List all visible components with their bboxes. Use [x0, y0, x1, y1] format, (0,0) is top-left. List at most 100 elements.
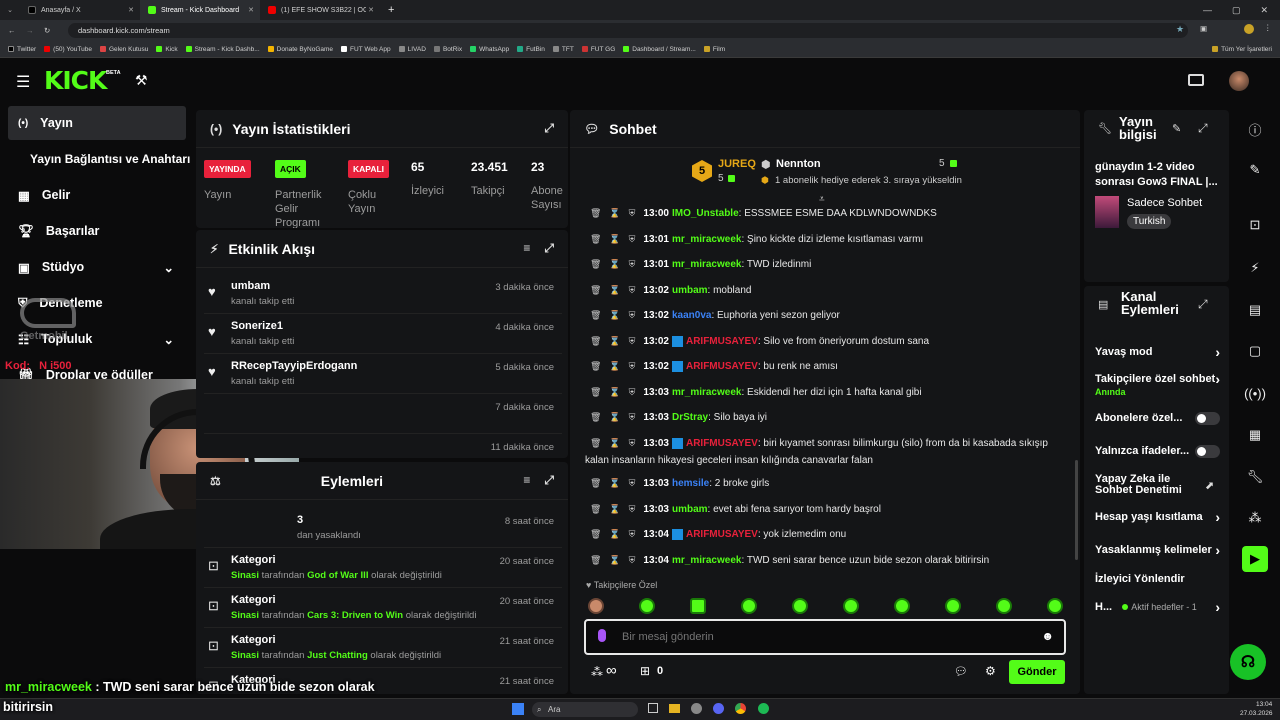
collapse-pinned-icon[interactable]: ⩡: [819, 194, 825, 205]
expand-icon[interactable]: ⤢: [1198, 297, 1208, 312]
emote-icon[interactable]: [843, 598, 859, 614]
gear-icon[interactable]: ⚙: [985, 664, 996, 678]
bookmark[interactable]: FUT GG: [581, 46, 615, 53]
bookmark[interactable]: BotRix: [433, 46, 462, 53]
back-icon[interactable]: ←: [8, 26, 16, 35]
profile-icon[interactable]: [1244, 24, 1254, 34]
star-icon[interactable]: ★: [1176, 24, 1184, 35]
emote-icon[interactable]: [588, 598, 604, 614]
chat-bubble-icon[interactable]: 💬︎: [954, 665, 968, 678]
kick-points-icon[interactable]: ⁂: [591, 665, 603, 679]
info-icon[interactable]: ⓘ: [1242, 116, 1268, 142]
expand-icon[interactable]: ⤢: [544, 241, 554, 256]
microphone-icon[interactable]: [598, 629, 606, 642]
account-age-action[interactable]: Hesap yaşı kısıtlama ›: [1095, 510, 1220, 524]
mod-tools-icon[interactable]: 🗑︎⌛⛨: [590, 234, 643, 244]
tab-kick-dashboard[interactable]: Stream - Kick Dashboard ✕: [140, 0, 260, 20]
bookmark[interactable]: Stream - Kick Dashb...: [185, 46, 260, 53]
expand-icon[interactable]: ⤢: [1198, 121, 1208, 136]
bookmark[interactable]: (50) YouTube: [44, 46, 92, 53]
support-button[interactable]: ☊: [1230, 644, 1266, 680]
explorer-icon[interactable]: [669, 704, 680, 713]
emote-icon[interactable]: [639, 598, 655, 614]
bookmark[interactable]: TFT: [552, 46, 574, 53]
slow-mode-action[interactable]: Yavaş mod ›: [1095, 345, 1220, 359]
followers-only-action[interactable]: Takipçilere özel sohbet Anında ›: [1095, 373, 1220, 399]
bookmark[interactable]: Donate ByNoGame: [267, 46, 333, 53]
bookmark[interactable]: Gelen Kutusu: [99, 46, 148, 53]
lightning-icon[interactable]: ⚡︎: [1242, 255, 1268, 281]
extensions-icon[interactable]: ▣: [1200, 24, 1207, 33]
chat-message-input[interactable]: [622, 628, 1022, 646]
chat-scrollbar[interactable]: [1075, 460, 1078, 560]
bookmark[interactable]: WhatsApp: [470, 46, 509, 53]
all-bookmarks[interactable]: Tüm Yer İşaretleri: [1212, 46, 1272, 53]
filter-icon[interactable]: ≡: [523, 241, 530, 256]
sidebar-item-basarilar[interactable]: 🏆︎ Başarılar: [8, 214, 186, 248]
sidebar-item-gelir[interactable]: ▦ Gelir: [8, 178, 186, 212]
avatar[interactable]: [1229, 71, 1249, 91]
filter-icon[interactable]: ≡: [523, 473, 530, 488]
edit-icon[interactable]: ✎: [1242, 157, 1268, 183]
sidebar-item-stream-key[interactable]: Yayın Bağlantısı ve Anahtarı: [8, 142, 190, 176]
taskview-icon[interactable]: [648, 703, 658, 713]
creator-tool-icon[interactable]: [1188, 74, 1204, 86]
ai-moderation-action[interactable]: Yapay Zeka ile Sohbet Denetimi: [1095, 474, 1190, 496]
start-icon[interactable]: [512, 703, 524, 715]
notes-icon[interactable]: ▤: [1242, 297, 1268, 323]
mod-tools-icon[interactable]: 🗑︎⌛⛨: [590, 555, 643, 565]
banned-words-action[interactable]: Yasaklanmış kelimeler ›: [1095, 544, 1220, 557]
close-tab-icon[interactable]: ✕: [248, 6, 254, 14]
clip-icon[interactable]: ▶: [1242, 546, 1268, 572]
bookmark[interactable]: FUT Web App: [341, 46, 391, 53]
bookmark[interactable]: Dashboard / Stream...: [623, 46, 696, 53]
category-name[interactable]: Sadece Sohbet: [1127, 197, 1202, 209]
mod-tools-icon[interactable]: 🗑︎⌛⛨: [590, 259, 643, 269]
hamburger-menu-icon[interactable]: ☰: [16, 72, 30, 92]
mod-tools-icon[interactable]: 🗑︎⌛⛨: [590, 310, 643, 320]
mod-tools-icon[interactable]: 🗑︎⌛⛨: [590, 504, 643, 514]
mod-tools-icon[interactable]: 🗑︎⌛⛨: [585, 438, 643, 448]
gift-icon[interactable]: ⊞: [640, 664, 650, 678]
mod-tools-icon[interactable]: 🗑︎⌛⛨: [590, 361, 643, 371]
language-tag[interactable]: Turkish: [1127, 214, 1172, 229]
emote-icon[interactable]: [690, 598, 706, 614]
send-button[interactable]: Gönder: [1009, 660, 1065, 684]
spotify-icon[interactable]: [758, 703, 769, 714]
mod-tools-icon[interactable]: 🗑︎⌛⛨: [590, 478, 643, 488]
mod-tools-icon[interactable]: 🗑︎⌛⛨: [590, 285, 643, 295]
mod-tools-icon[interactable]: 🗑︎⌛⛨: [590, 412, 643, 422]
emote-icon[interactable]: [945, 598, 961, 614]
emote-icon[interactable]: [1047, 598, 1063, 614]
second-gifter-name[interactable]: Nennton: [776, 158, 821, 170]
mod-tools-icon[interactable]: 🗑︎⌛⛨: [590, 208, 643, 218]
bookmark[interactable]: FutBin: [517, 46, 545, 53]
close-tab-icon[interactable]: ✕: [128, 6, 134, 14]
emotes-only-toggle[interactable]: [1195, 445, 1220, 458]
raid-action[interactable]: İzleyici Yönlendir: [1095, 573, 1220, 586]
mod-tools-icon[interactable]: 🗑︎⌛⛨: [590, 529, 643, 539]
top-gifter-name[interactable]: JUREQ: [718, 158, 756, 170]
forward-icon[interactable]: →: [26, 26, 34, 35]
close-window-icon[interactable]: ✕: [1260, 5, 1268, 16]
maximize-icon[interactable]: ▢: [1232, 5, 1241, 16]
menu-dots-icon[interactable]: ⋮: [1264, 23, 1272, 32]
reload-icon[interactable]: ↻: [44, 26, 50, 35]
emote-icon[interactable]: [741, 598, 757, 614]
goals-action[interactable]: H... Aktif hedefler - 1 ›: [1095, 600, 1220, 614]
mod-tools-icon[interactable]: 🗑︎⌛⛨: [590, 336, 643, 346]
screenshot-icon[interactable]: ⊡: [1242, 212, 1268, 238]
mod-tools-icon[interactable]: 🗑︎⌛⛨: [590, 387, 643, 397]
tab-twitter[interactable]: Anasayfa / X ✕: [20, 0, 140, 20]
taskbar-search[interactable]: ⌕ Ara: [532, 702, 638, 717]
chat-icon[interactable]: ▢: [1242, 338, 1268, 364]
app-icon[interactable]: [691, 703, 702, 714]
emote-icon[interactable]: [894, 598, 910, 614]
pin-icon[interactable]: ⚒: [135, 72, 148, 89]
close-tab-icon[interactable]: ✕: [368, 6, 374, 14]
minimize-icon[interactable]: —: [1203, 5, 1212, 16]
kick-logo[interactable]: KICK: [44, 66, 107, 95]
emoji-icon[interactable]: ☻: [1041, 629, 1054, 643]
apps-icon[interactable]: ⁂: [1242, 505, 1268, 531]
expand-icon[interactable]: ⤢: [544, 121, 554, 136]
